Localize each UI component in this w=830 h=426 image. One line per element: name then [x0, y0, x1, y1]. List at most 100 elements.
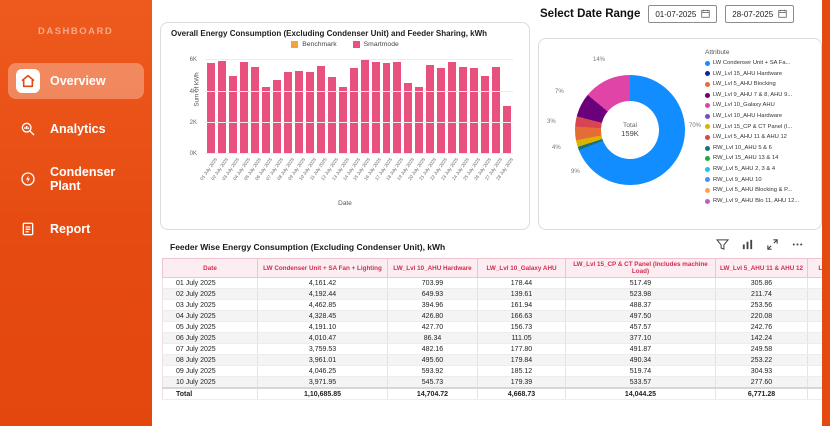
- bar[interactable]: [437, 68, 445, 154]
- table-cell: 246.91: [808, 366, 823, 377]
- bar[interactable]: [317, 66, 325, 154]
- bar[interactable]: [328, 77, 336, 154]
- x-axis-labels: 01 July 202502 July 202503 July 202504 J…: [205, 154, 513, 192]
- bar[interactable]: [229, 76, 237, 154]
- column-header[interactable]: LW_Lvl 5_AHU 11 & AHU 12: [716, 259, 808, 278]
- bar[interactable]: [218, 61, 226, 154]
- donut-legend-item[interactable]: RW_Lvl 9_AHU Blo 11, AHU 12...: [705, 196, 815, 207]
- column-header[interactable]: LW_Lvl 5_AHU 13 & 14: [808, 259, 823, 278]
- end-date-input[interactable]: 28-07-2025: [725, 5, 794, 23]
- sidebar: DASHBOARD Overview Analytics Condenser Pla…: [0, 0, 152, 426]
- donut-legend-item[interactable]: LW_Lvl 10_Galaxy AHU: [705, 100, 815, 111]
- table-row[interactable]: 06 July 20254,010.4786.34111.05377.10142…: [163, 333, 823, 344]
- table-row[interactable]: 10 July 20253,971.95545.73179.39533.5727…: [163, 377, 823, 389]
- table-cell: 488.37: [566, 300, 716, 311]
- sidebar-title: DASHBOARD: [0, 0, 152, 51]
- bar[interactable]: [339, 87, 347, 154]
- table-row[interactable]: 02 July 20254,192.44649.93139.61523.9821…: [163, 289, 823, 300]
- analytics-icon: [16, 117, 40, 141]
- bar[interactable]: [448, 62, 456, 155]
- donut-legend-item[interactable]: RW_Lvl 5_AHU Blocking & P...: [705, 185, 815, 196]
- sidebar-item-label: Condenser Plant: [50, 165, 136, 193]
- bar[interactable]: [284, 72, 292, 154]
- legend-label: RW_Lvl 10_AHU 5 & 6: [713, 143, 772, 154]
- table-cell: 3,759.53: [258, 344, 388, 355]
- column-header[interactable]: LW_Lvl 15_CP & CT Panel (Includes machin…: [566, 259, 716, 278]
- bar[interactable]: [306, 72, 314, 154]
- legend-label: LW Condenser Unit + SA Fa...: [713, 58, 790, 69]
- total-cell: 14,044.25: [566, 388, 716, 400]
- column-header[interactable]: LW_Lvl 10_AHU Hardware: [388, 259, 478, 278]
- start-date-input[interactable]: 01-07-2025: [648, 5, 717, 23]
- column-header[interactable]: Date: [163, 259, 258, 278]
- sidebar-item-condenser-plant[interactable]: Condenser Plant: [8, 159, 144, 199]
- legend-label: LW_Lvl 15_CP & CT Panel (I...: [713, 122, 792, 133]
- donut-legend-item[interactable]: RW_Lvl 9_AHU 10: [705, 175, 815, 186]
- donut-legend-item[interactable]: LW Condenser Unit + SA Fa...: [705, 58, 815, 69]
- table-row[interactable]: 07 July 20253,759.53482.16177.80491.8724…: [163, 344, 823, 355]
- table-cell: 02 July 2025: [163, 289, 258, 300]
- column-header[interactable]: LW Condenser Unit + SA Fan + Lighting: [258, 259, 388, 278]
- bar[interactable]: [426, 65, 434, 154]
- bar[interactable]: [503, 106, 511, 154]
- bars-container: [205, 54, 513, 154]
- bar[interactable]: [372, 62, 380, 154]
- sidebar-item-analytics[interactable]: Analytics: [8, 111, 144, 147]
- legend-swatch: [353, 41, 360, 48]
- sidebar-item-overview[interactable]: Overview: [8, 63, 144, 99]
- donut-legend-item[interactable]: LW_Lvl 15_AHU Hardware: [705, 69, 815, 80]
- table-cell: 4,010.47: [258, 333, 388, 344]
- table-row[interactable]: 05 July 20254,191.10427.70156.73457.5724…: [163, 322, 823, 333]
- legend-label: LW_Lvl 10_AHU Hardware: [713, 111, 782, 122]
- donut-legend-item[interactable]: LW_Lvl 5_AHU 11 & AHU 12: [705, 132, 815, 143]
- donut-legend-item[interactable]: RW_Lvl 5_AHU 2, 3 & 4: [705, 164, 815, 175]
- table-cell: 142.24: [716, 333, 808, 344]
- donut-legend-item[interactable]: LW_Lvl 9_AHU 7 & 8, AHU 9...: [705, 90, 815, 101]
- bar[interactable]: [361, 59, 369, 154]
- table-row[interactable]: 01 July 20254,161.42703.99178.44517.4930…: [163, 278, 823, 289]
- bar[interactable]: [481, 76, 489, 154]
- bar[interactable]: [207, 63, 215, 154]
- legend-swatch: [705, 199, 710, 204]
- bar[interactable]: [415, 87, 423, 154]
- bar[interactable]: [459, 67, 467, 155]
- bar[interactable]: [262, 87, 270, 155]
- donut-legend-item[interactable]: RW_Lvl 15_AHU 13 & 14: [705, 153, 815, 164]
- donut-legend-item[interactable]: LW_Lvl 15_CP & CT Panel (I...: [705, 122, 815, 133]
- donut-legend-title: Attribute: [705, 49, 815, 56]
- legend-label: LW_Lvl 9_AHU 7 & 8, AHU 9...: [713, 90, 792, 101]
- table-cell: 4,191.10: [258, 322, 388, 333]
- expand-icon[interactable]: [766, 238, 779, 256]
- bar-chart-card: Overall Energy Consumption (Excluding Co…: [160, 22, 530, 230]
- bar[interactable]: [404, 83, 412, 154]
- bar[interactable]: [251, 67, 259, 155]
- table-cell: 06 July 2025: [163, 333, 258, 344]
- start-date-value: 01-07-2025: [655, 10, 696, 19]
- donut-legend-item[interactable]: LW_Lvl 10_AHU Hardware: [705, 111, 815, 122]
- bar[interactable]: [350, 68, 358, 154]
- filter-icon[interactable]: [716, 238, 729, 256]
- donut-legend-item[interactable]: LW_Lvl 5_AHU Blocking: [705, 79, 815, 90]
- legend-item-smartmode[interactable]: Smartmode: [353, 41, 399, 48]
- donut-legend-item[interactable]: RW_Lvl 10_AHU 5 & 6: [705, 143, 815, 154]
- legend-item-benchmark[interactable]: Benchmark: [291, 41, 336, 48]
- table-row[interactable]: 08 July 20253,961.01495.60179.84490.3425…: [163, 355, 823, 366]
- bar[interactable]: [492, 67, 500, 155]
- more-options-icon[interactable]: [791, 238, 804, 256]
- bar[interactable]: [393, 62, 401, 154]
- analyze-icon[interactable]: [741, 238, 754, 256]
- table-cell: 533.57: [566, 377, 716, 389]
- bar[interactable]: [240, 62, 248, 154]
- column-header[interactable]: LW_Lvl 10_Galaxy AHU: [478, 259, 566, 278]
- bar[interactable]: [470, 68, 478, 154]
- table-toolbar: [716, 238, 804, 256]
- table-cell: 703.99: [388, 278, 478, 289]
- table-row[interactable]: 09 July 20254,046.25593.92185.12519.7430…: [163, 366, 823, 377]
- bar[interactable]: [383, 63, 391, 154]
- bar[interactable]: [295, 71, 303, 154]
- table-row[interactable]: 04 July 20254,328.45426.80166.63497.5022…: [163, 311, 823, 322]
- sidebar-item-report[interactable]: Report: [8, 211, 144, 247]
- table-row[interactable]: 03 July 20254,462.85394.96161.94488.3725…: [163, 300, 823, 311]
- page-scrollbar[interactable]: [822, 0, 830, 426]
- home-icon: [16, 69, 40, 93]
